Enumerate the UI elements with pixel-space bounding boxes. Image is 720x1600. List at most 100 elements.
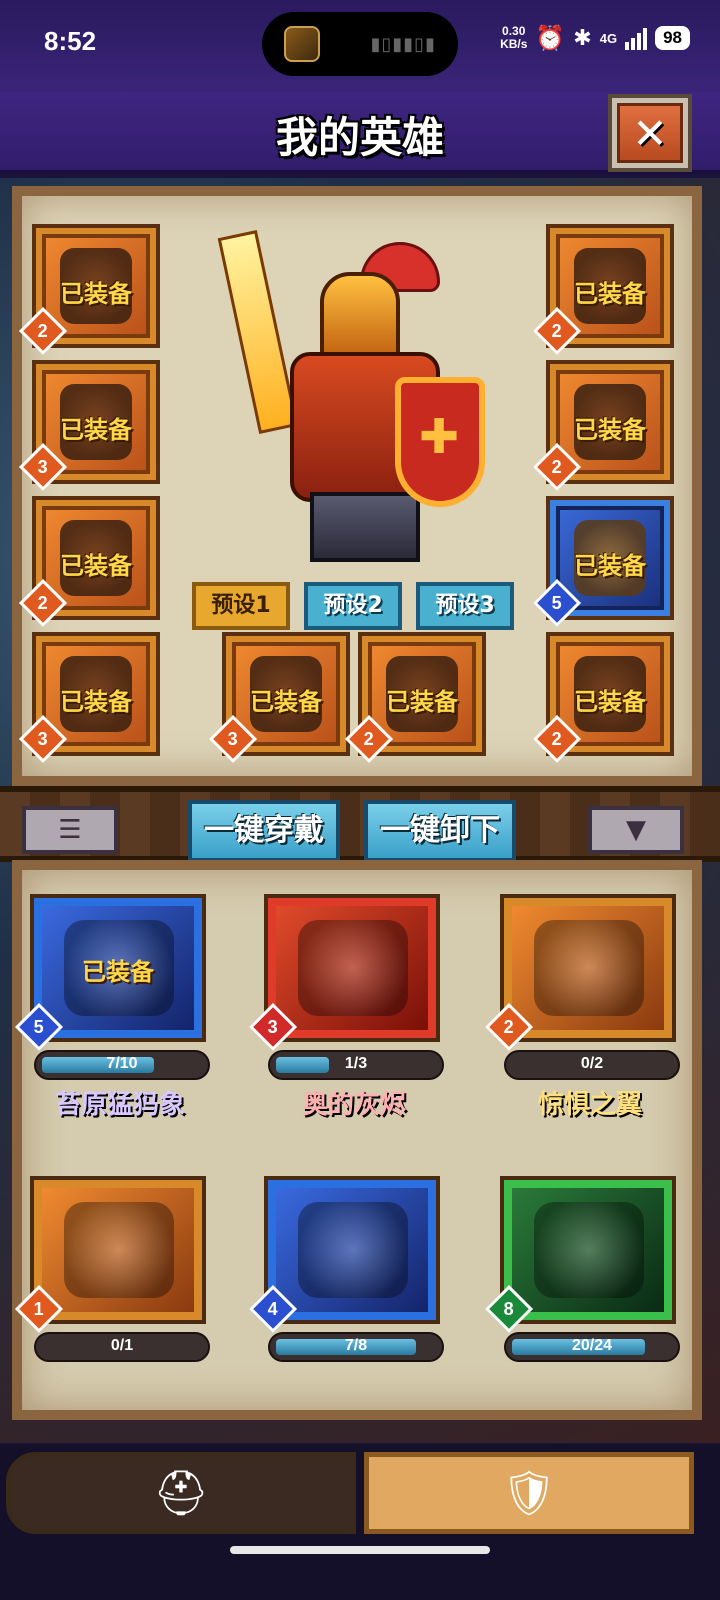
preset-tab-2[interactable]: 预设2 [304, 582, 402, 630]
equip-slot-5[interactable]: 已装备 3 [208, 632, 350, 764]
level-value: 2 [503, 1016, 515, 1037]
level-value: 2 [37, 592, 49, 613]
progress-text: 20/24 [571, 1337, 613, 1354]
net-speed: 0.30 KB/s [500, 25, 527, 51]
inventory-item[interactable]: 2 0/2 惊惧之翼 [484, 894, 684, 1128]
equip-slot-1[interactable]: 已装备 2 [18, 224, 160, 356]
net-speed-unit: KB/s [500, 37, 528, 51]
inventory-item[interactable]: 8 20/24 [484, 1176, 684, 1410]
item-frame: 已装备 [30, 894, 206, 1042]
level-value: 4 [267, 1298, 279, 1319]
progress-text: 1/3 [344, 1055, 368, 1072]
equipped-label: 已装备 [574, 688, 646, 716]
progress-bar: 0/2 [504, 1050, 680, 1080]
hero-character [210, 222, 500, 582]
equipped-label: 已装备 [60, 280, 132, 308]
equipped-label: 已装备 [574, 416, 646, 444]
level-value: 3 [37, 728, 49, 749]
bluetooth-icon: ✱ [573, 25, 592, 51]
alarm-icon: ⏰ [535, 24, 566, 52]
audio-wave-icon: ▮▯▮▮▯▮ [370, 34, 436, 55]
item-frame [500, 1176, 676, 1324]
bottom-tab-bar: ⛑ 🛡 [0, 1444, 720, 1600]
level-value: 5 [551, 592, 563, 613]
filter-button[interactable]: ▼ [588, 806, 684, 854]
level-value: 5 [33, 1016, 45, 1037]
equip-slot-8[interactable]: 已装备 2 [532, 360, 674, 492]
tab-hero[interactable]: ⛑ [6, 1452, 356, 1534]
equipped-label: 已装备 [386, 688, 458, 716]
legs [310, 492, 420, 562]
progress-bar: 0/1 [34, 1332, 210, 1362]
equipped-label: 已装备 [60, 688, 132, 716]
shield-icon [395, 377, 485, 507]
signal-icon [625, 26, 648, 50]
equip-slot-2[interactable]: 已装备 3 [18, 360, 160, 492]
equip-slot-4[interactable]: 已装备 3 [18, 632, 160, 764]
progress-text: 7/10 [106, 1055, 138, 1072]
item-frame [30, 1176, 206, 1324]
progress-text: 0/2 [580, 1055, 604, 1072]
equipped-label: 已装备 [82, 958, 154, 986]
level-value: 2 [551, 456, 563, 477]
progress-bar: 7/8 [268, 1332, 444, 1362]
close-icon: ✕ [617, 103, 683, 163]
helmet [320, 272, 400, 362]
equipped-label: 已装备 [250, 688, 322, 716]
app-icon [284, 26, 320, 62]
flying-carpet-icon [298, 1202, 408, 1298]
progress-text: 7/8 [344, 1337, 368, 1354]
preset-tab-3[interactable]: 预设3 [416, 582, 514, 630]
equip-slot-3[interactable]: 已装备 2 [18, 496, 160, 628]
progress-text: 0/1 [110, 1337, 134, 1354]
griffin-icon [64, 1202, 174, 1298]
progress-bar: 20/24 [504, 1332, 680, 1362]
inventory-item[interactable]: 4 7/8 [248, 1176, 448, 1410]
level-value: 2 [37, 320, 49, 341]
tab-equipment[interactable]: 🛡 [364, 1452, 694, 1534]
status-bar: 8:52 ▮▯▮▮▯▮ 0.30 KB/s ⏰ ✱ 4G 98 [0, 0, 720, 92]
item-frame [264, 894, 440, 1042]
item-name: 苔原猛犸象 [54, 1090, 185, 1120]
equip-slot-9[interactable]: 已装备 5 [532, 496, 674, 628]
status-icons: 0.30 KB/s ⏰ ✱ 4G 98 [500, 24, 690, 52]
equip-all-button[interactable]: 一键穿戴 [188, 800, 340, 862]
progress-bar: 1/3 [268, 1050, 444, 1080]
phoenix-icon [298, 920, 408, 1016]
network-type: 4G [599, 30, 618, 46]
unequip-all-button[interactable]: 一键卸下 [364, 800, 516, 862]
status-time: 8:52 [44, 26, 97, 56]
level-value: 2 [363, 728, 375, 749]
battery-indicator: 98 [655, 26, 690, 50]
equipped-label: 已装备 [60, 552, 132, 580]
level-value: 2 [551, 728, 563, 749]
equip-slot-6[interactable]: 已装备 2 [344, 632, 486, 764]
list-icon: ☰ [58, 815, 82, 845]
close-button[interactable]: ✕ [608, 94, 692, 172]
inventory-item[interactable]: 1 0/1 [14, 1176, 214, 1410]
preset-tab-1[interactable]: 预设1 [192, 582, 290, 630]
level-value: 3 [227, 728, 239, 749]
inventory-item[interactable]: 3 1/3 奥的灰烬 [248, 894, 448, 1128]
equipped-label: 已装备 [60, 416, 132, 444]
item-name: 惊惧之翼 [537, 1090, 642, 1120]
item-frame [264, 1176, 440, 1324]
progress-bar: 7/10 [34, 1050, 210, 1080]
equip-slot-10[interactable]: 已装备 2 [532, 632, 674, 764]
helmet-icon: ⛑ [153, 1468, 209, 1519]
home-indicator[interactable] [230, 1546, 490, 1554]
goat-icon [534, 1202, 644, 1298]
header: 我的英雄 ✕ [0, 92, 720, 174]
filter-icon: ▼ [626, 815, 646, 845]
dragon-icon [534, 920, 644, 1016]
sword-icon [217, 230, 299, 434]
level-value: 1 [33, 1298, 45, 1319]
item-frame [500, 894, 676, 1042]
list-button[interactable]: ☰ [22, 806, 118, 854]
equip-slot-7[interactable]: 已装备 2 [532, 224, 674, 356]
dynamic-island: ▮▯▮▮▯▮ [262, 12, 458, 76]
level-value: 3 [37, 456, 49, 477]
inventory-item[interactable]: 已装备 5 7/10 苔原猛犸象 [14, 894, 214, 1128]
level-value: 2 [551, 320, 563, 341]
equipped-label: 已装备 [574, 280, 646, 308]
